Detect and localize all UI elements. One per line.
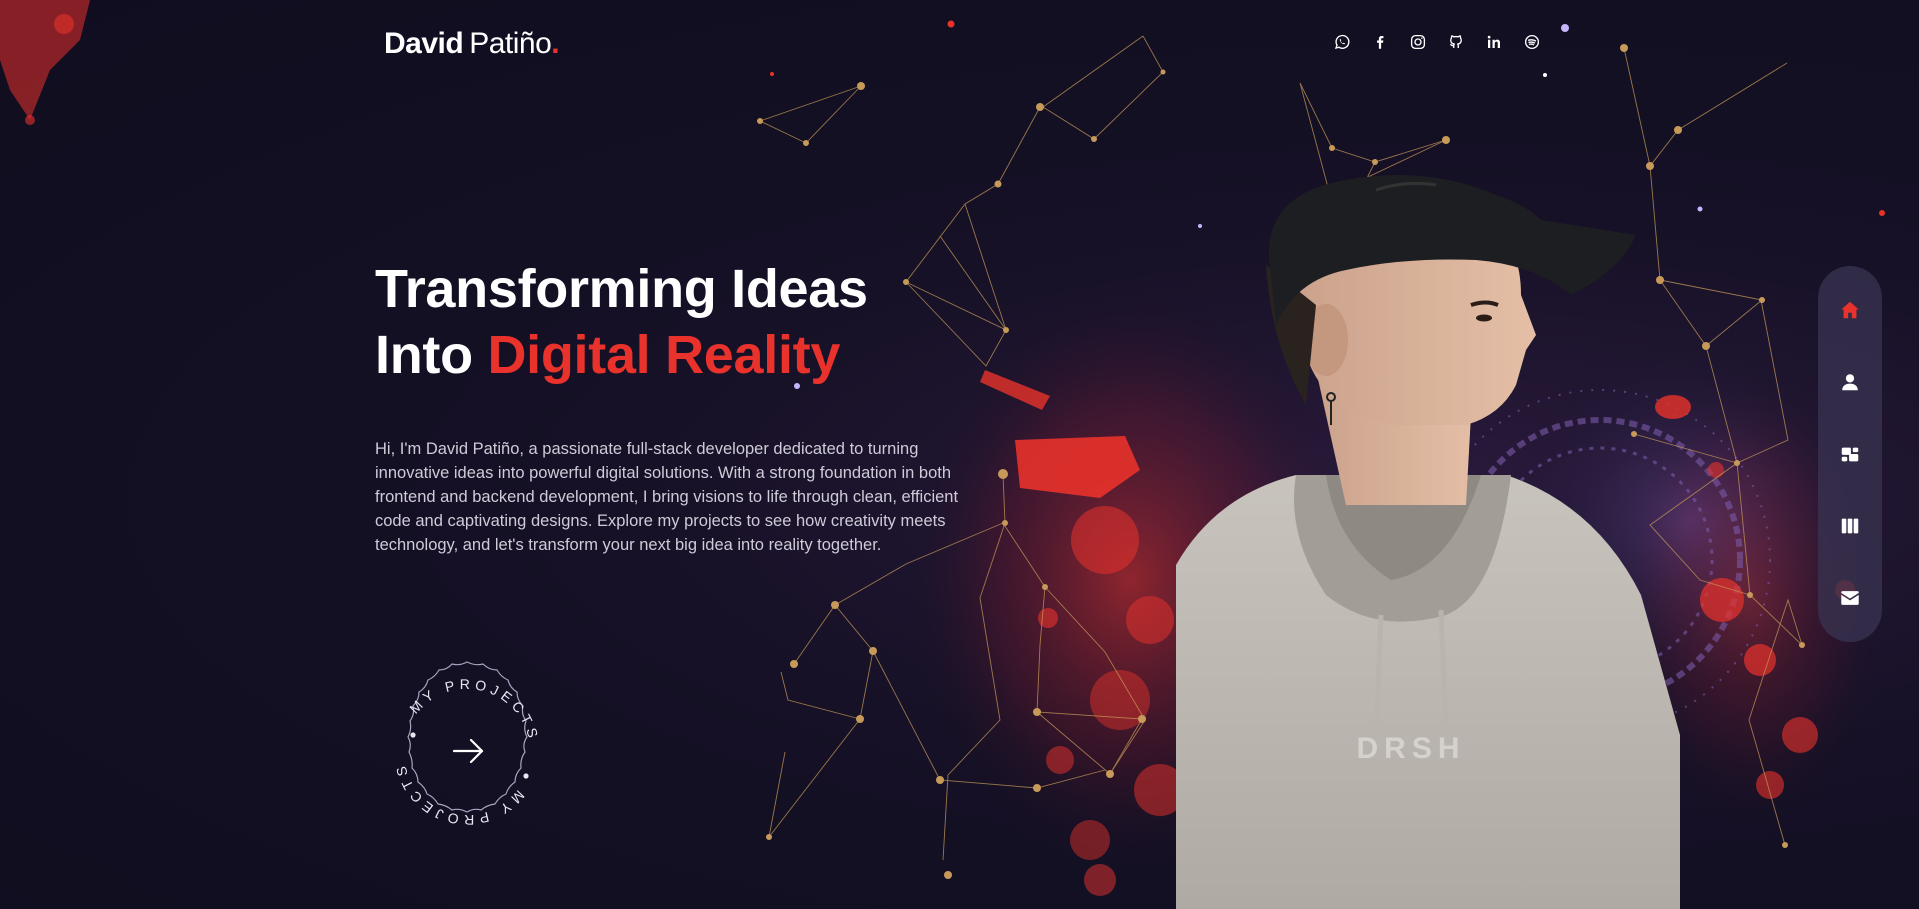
columns-icon [1841, 518, 1859, 534]
spotify-icon [1524, 34, 1540, 50]
whatsapp-link[interactable] [1332, 32, 1352, 52]
hero-title-line1: Transforming Ideas [375, 259, 868, 319]
nav-contact[interactable] [1830, 578, 1870, 618]
projects-ring-text-2: MY PROJECTS [392, 760, 528, 828]
user-icon [1842, 374, 1858, 391]
hero-title: Transforming Ideas Into Digital Reality [375, 256, 868, 388]
hero-description: Hi, I'm David Patiño, a passionate full-… [375, 440, 959, 554]
brand-logo[interactable]: David Patiño. [384, 26, 560, 62]
linkedin-icon [1487, 35, 1500, 48]
nav-about[interactable] [1830, 362, 1870, 402]
nav-projects[interactable] [1830, 506, 1870, 546]
social-links [1332, 32, 1542, 52]
my-projects-button[interactable]: MY PROJECTS MY PROJECTS [375, 646, 559, 830]
brand-first-name: David [384, 27, 464, 60]
projects-ring-text-1: MY PROJECTS [406, 676, 542, 744]
spotify-link[interactable] [1522, 32, 1542, 52]
linkedin-link[interactable] [1484, 32, 1504, 52]
facebook-link[interactable] [1370, 32, 1390, 52]
home-icon [1841, 301, 1859, 319]
nav-home[interactable] [1830, 290, 1870, 330]
whatsapp-icon [1334, 34, 1350, 49]
github-icon [1449, 35, 1462, 48]
brand-last-name: Patiño [469, 27, 552, 60]
nav-services[interactable] [1830, 434, 1870, 474]
brand-dot: . [551, 27, 560, 60]
projects-badge: MY PROJECTS MY PROJECTS [392, 661, 542, 828]
hoodie-logo-text: DRSH [1356, 732, 1465, 765]
side-navigation [1818, 266, 1882, 642]
github-link[interactable] [1446, 32, 1466, 52]
portrait-image: DRSH [1176, 175, 1680, 909]
envelope-icon [1841, 591, 1859, 605]
instagram-icon [1410, 34, 1426, 50]
hero-title-line2-prefix: Into [375, 325, 488, 385]
arrow-right-icon [452, 738, 484, 764]
dashboard-icon [1841, 447, 1859, 462]
facebook-icon [1377, 36, 1384, 49]
instagram-link[interactable] [1408, 32, 1428, 52]
hero-title-accent: Digital Reality [487, 325, 841, 385]
